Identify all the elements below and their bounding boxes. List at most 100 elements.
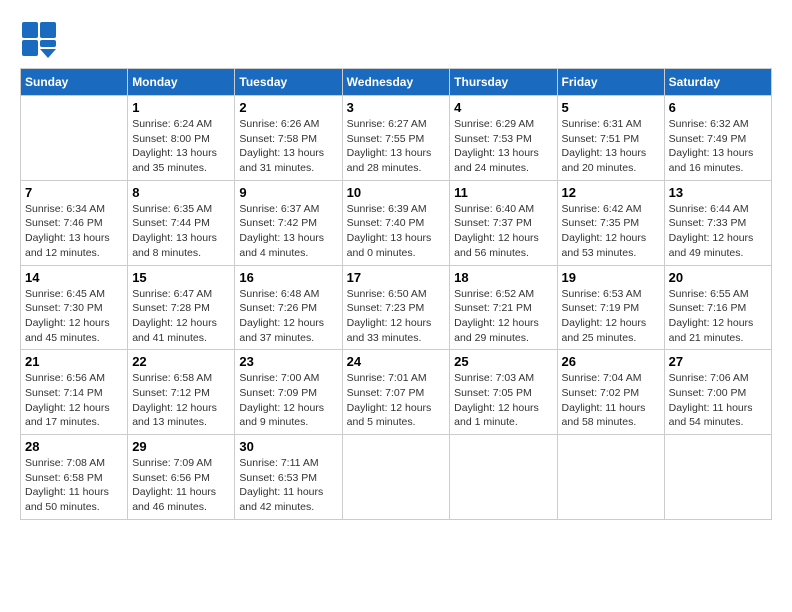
day-info: Sunrise: 6:56 AMSunset: 7:14 PMDaylight:… <box>25 371 123 430</box>
day-number: 2 <box>239 100 337 115</box>
day-info: Sunrise: 7:09 AMSunset: 6:56 PMDaylight:… <box>132 456 230 515</box>
sunset-text: Sunset: 6:58 PM <box>25 471 123 486</box>
daylight-text: Daylight: 13 hours and 16 minutes. <box>669 146 767 175</box>
day-number: 5 <box>562 100 660 115</box>
day-number: 12 <box>562 185 660 200</box>
day-number: 4 <box>454 100 552 115</box>
day-info: Sunrise: 6:44 AMSunset: 7:33 PMDaylight:… <box>669 202 767 261</box>
day-info: Sunrise: 7:01 AMSunset: 7:07 PMDaylight:… <box>347 371 446 430</box>
calendar-day-cell: 19Sunrise: 6:53 AMSunset: 7:19 PMDayligh… <box>557 265 664 350</box>
day-number: 1 <box>132 100 230 115</box>
day-info: Sunrise: 7:08 AMSunset: 6:58 PMDaylight:… <box>25 456 123 515</box>
sunrise-text: Sunrise: 6:31 AM <box>562 117 660 132</box>
sunrise-text: Sunrise: 7:08 AM <box>25 456 123 471</box>
day-number: 13 <box>669 185 767 200</box>
sunset-text: Sunset: 7:30 PM <box>25 301 123 316</box>
calendar-day-cell: 23Sunrise: 7:00 AMSunset: 7:09 PMDayligh… <box>235 350 342 435</box>
sunrise-text: Sunrise: 6:45 AM <box>25 287 123 302</box>
calendar-day-cell: 24Sunrise: 7:01 AMSunset: 7:07 PMDayligh… <box>342 350 450 435</box>
calendar-day-cell <box>557 435 664 520</box>
sunset-text: Sunset: 7:28 PM <box>132 301 230 316</box>
calendar-day-cell: 14 Sunrise: 6:45 AMSunset: 7:30 PMDayligh… <box>21 265 128 350</box>
calendar-day-cell: 6Sunrise: 6:32 AMSunset: 7:49 PMDaylight… <box>664 96 771 181</box>
sunrise-text: Sunrise: 7:06 AM <box>669 371 767 386</box>
sunset-text: Sunset: 8:00 PM <box>132 132 230 147</box>
sunset-text: Sunset: 7:23 PM <box>347 301 446 316</box>
weekday-header-cell: Friday <box>557 69 664 96</box>
calendar-week-row: 21 Sunrise: 6:56 AMSunset: 7:14 PMDayligh… <box>21 350 772 435</box>
day-number: 7 <box>25 185 123 200</box>
sunrise-text: Sunrise: 6:50 AM <box>347 287 446 302</box>
day-number: 14 <box>25 270 123 285</box>
calendar-day-cell: 26Sunrise: 7:04 AMSunset: 7:02 PMDayligh… <box>557 350 664 435</box>
daylight-text: Daylight: 12 hours and 33 minutes. <box>347 316 446 345</box>
daylight-text: Daylight: 12 hours and 37 minutes. <box>239 316 337 345</box>
sunset-text: Sunset: 7:33 PM <box>669 216 767 231</box>
calendar-day-cell <box>21 96 128 181</box>
calendar-day-cell: 9Sunrise: 6:37 AMSunset: 7:42 PMDaylight… <box>235 180 342 265</box>
calendar-day-cell <box>342 435 450 520</box>
day-info: Sunrise: 6:47 AMSunset: 7:28 PMDaylight:… <box>132 287 230 346</box>
calendar-day-cell: 1 Sunrise: 6:24 AMSunset: 8:00 PMDaylight… <box>128 96 235 181</box>
calendar-day-cell <box>450 435 557 520</box>
calendar-day-cell: 20Sunrise: 6:55 AMSunset: 7:16 PMDayligh… <box>664 265 771 350</box>
day-info: Sunrise: 6:50 AMSunset: 7:23 PMDaylight:… <box>347 287 446 346</box>
day-info: Sunrise: 6:34 AMSunset: 7:46 PMDaylight:… <box>25 202 123 261</box>
day-number: 16 <box>239 270 337 285</box>
sunset-text: Sunset: 7:00 PM <box>669 386 767 401</box>
sunset-text: Sunset: 7:53 PM <box>454 132 552 147</box>
daylight-text: Daylight: 12 hours and 49 minutes. <box>669 231 767 260</box>
day-info: Sunrise: 6:42 AMSunset: 7:35 PMDaylight:… <box>562 202 660 261</box>
daylight-text: Daylight: 12 hours and 56 minutes. <box>454 231 552 260</box>
daylight-text: Daylight: 13 hours and 20 minutes. <box>562 146 660 175</box>
calendar-day-cell: 25Sunrise: 7:03 AMSunset: 7:05 PMDayligh… <box>450 350 557 435</box>
day-info: Sunrise: 7:11 AMSunset: 6:53 PMDaylight:… <box>239 456 337 515</box>
weekday-header-cell: Monday <box>128 69 235 96</box>
daylight-text: Daylight: 12 hours and 29 minutes. <box>454 316 552 345</box>
day-number: 20 <box>669 270 767 285</box>
calendar-week-row: 7 Sunrise: 6:34 AMSunset: 7:46 PMDaylight… <box>21 180 772 265</box>
calendar-day-cell: 10Sunrise: 6:39 AMSunset: 7:40 PMDayligh… <box>342 180 450 265</box>
weekday-header-cell: Saturday <box>664 69 771 96</box>
day-info: Sunrise: 6:40 AMSunset: 7:37 PMDaylight:… <box>454 202 552 261</box>
daylight-text: Daylight: 11 hours and 42 minutes. <box>239 485 337 514</box>
daylight-text: Daylight: 13 hours and 28 minutes. <box>347 146 446 175</box>
daylight-text: Daylight: 12 hours and 21 minutes. <box>669 316 767 345</box>
sunrise-text: Sunrise: 6:47 AM <box>132 287 230 302</box>
daylight-text: Daylight: 13 hours and 24 minutes. <box>454 146 552 175</box>
daylight-text: Daylight: 12 hours and 13 minutes. <box>132 401 230 430</box>
day-number: 22 <box>132 354 230 369</box>
calendar-table: SundayMondayTuesdayWednesdayThursdayFrid… <box>20 68 772 520</box>
calendar-day-cell: 27Sunrise: 7:06 AMSunset: 7:00 PMDayligh… <box>664 350 771 435</box>
day-number: 17 <box>347 270 446 285</box>
calendar-day-cell: 12 Sunrise: 6:42 AMSunset: 7:35 PMDayligh… <box>557 180 664 265</box>
weekday-header-cell: Sunday <box>21 69 128 96</box>
day-number: 27 <box>669 354 767 369</box>
sunset-text: Sunset: 7:37 PM <box>454 216 552 231</box>
calendar-day-cell: 15Sunrise: 6:47 AMSunset: 7:28 PMDayligh… <box>128 265 235 350</box>
day-number: 29 <box>132 439 230 454</box>
sunrise-text: Sunrise: 6:32 AM <box>669 117 767 132</box>
sunset-text: Sunset: 7:42 PM <box>239 216 337 231</box>
day-info: Sunrise: 6:39 AMSunset: 7:40 PMDaylight:… <box>347 202 446 261</box>
calendar-body: 1 Sunrise: 6:24 AMSunset: 8:00 PMDaylight… <box>21 96 772 520</box>
sunset-text: Sunset: 7:40 PM <box>347 216 446 231</box>
sunrise-text: Sunrise: 6:53 AM <box>562 287 660 302</box>
sunset-text: Sunset: 7:46 PM <box>25 216 123 231</box>
sunset-text: Sunset: 7:12 PM <box>132 386 230 401</box>
sunset-text: Sunset: 7:21 PM <box>454 301 552 316</box>
weekday-header-cell: Wednesday <box>342 69 450 96</box>
day-info: Sunrise: 6:24 AMSunset: 8:00 PMDaylight:… <box>132 117 230 176</box>
day-info: Sunrise: 6:45 AMSunset: 7:30 PMDaylight:… <box>25 287 123 346</box>
day-info: Sunrise: 6:35 AMSunset: 7:44 PMDaylight:… <box>132 202 230 261</box>
page-header <box>20 20 772 58</box>
day-number: 21 <box>25 354 123 369</box>
calendar-day-cell: 2Sunrise: 6:26 AMSunset: 7:58 PMDaylight… <box>235 96 342 181</box>
sunrise-text: Sunrise: 6:37 AM <box>239 202 337 217</box>
daylight-text: Daylight: 13 hours and 12 minutes. <box>25 231 123 260</box>
sunrise-text: Sunrise: 6:27 AM <box>347 117 446 132</box>
logo <box>20 20 62 58</box>
sunset-text: Sunset: 7:58 PM <box>239 132 337 147</box>
sunrise-text: Sunrise: 6:52 AM <box>454 287 552 302</box>
daylight-text: Daylight: 12 hours and 5 minutes. <box>347 401 446 430</box>
